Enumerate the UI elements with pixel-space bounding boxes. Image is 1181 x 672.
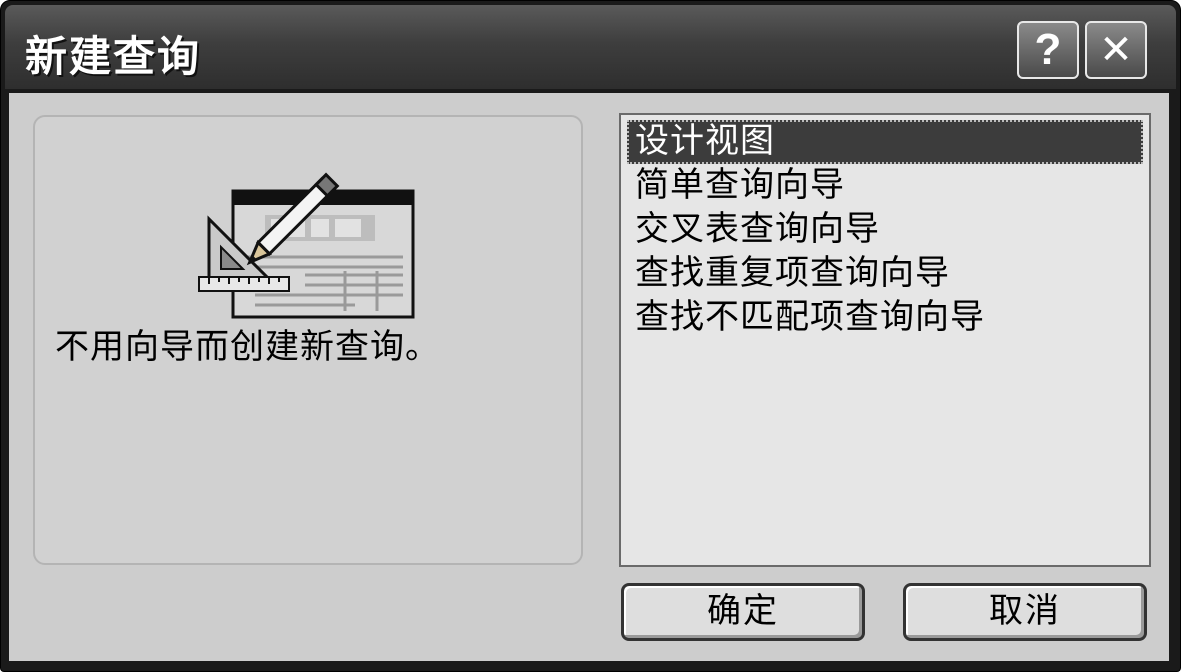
cancel-button[interactable]: 取消 [903, 583, 1147, 641]
close-icon: ✕ [1099, 27, 1133, 73]
design-view-table-icon [198, 172, 415, 319]
description-text: 不用向导而创建新查询。 [55, 327, 440, 367]
list-item-find-duplicates-wizard[interactable]: 查找重复项查询向导 [627, 252, 1143, 296]
help-button[interactable]: ? [1017, 21, 1079, 79]
preview-panel: 不用向导而创建新查询。 [33, 115, 583, 565]
ok-button[interactable]: 确定 [621, 583, 865, 641]
close-button[interactable]: ✕ [1085, 21, 1147, 79]
dialog-body: 不用向导而创建新查询。 设计视图 简单查询向导 交叉表查询向导 查找重复项查询向… [9, 93, 1169, 661]
query-type-list[interactable]: 设计视图 简单查询向导 交叉表查询向导 查找重复项查询向导 查找不匹配项查询向导 [619, 113, 1151, 567]
list-item-simple-query-wizard[interactable]: 简单查询向导 [627, 164, 1143, 208]
list-item-crosstab-query-wizard[interactable]: 交叉表查询向导 [627, 208, 1143, 252]
list-item-design-view[interactable]: 设计视图 [627, 120, 1143, 164]
help-icon: ? [1034, 25, 1062, 74]
new-query-dialog: 新建查询 ? ✕ 不用向导而创建新查询。 设计视图 简单查询向导 交叉表查询向导… [0, 0, 1181, 672]
list-item-find-unmatched-wizard[interactable]: 查找不匹配项查询向导 [627, 296, 1143, 340]
dialog-title: 新建查询 [25, 32, 202, 81]
title-bar[interactable]: 新建查询 ? ✕ [5, 5, 1176, 89]
